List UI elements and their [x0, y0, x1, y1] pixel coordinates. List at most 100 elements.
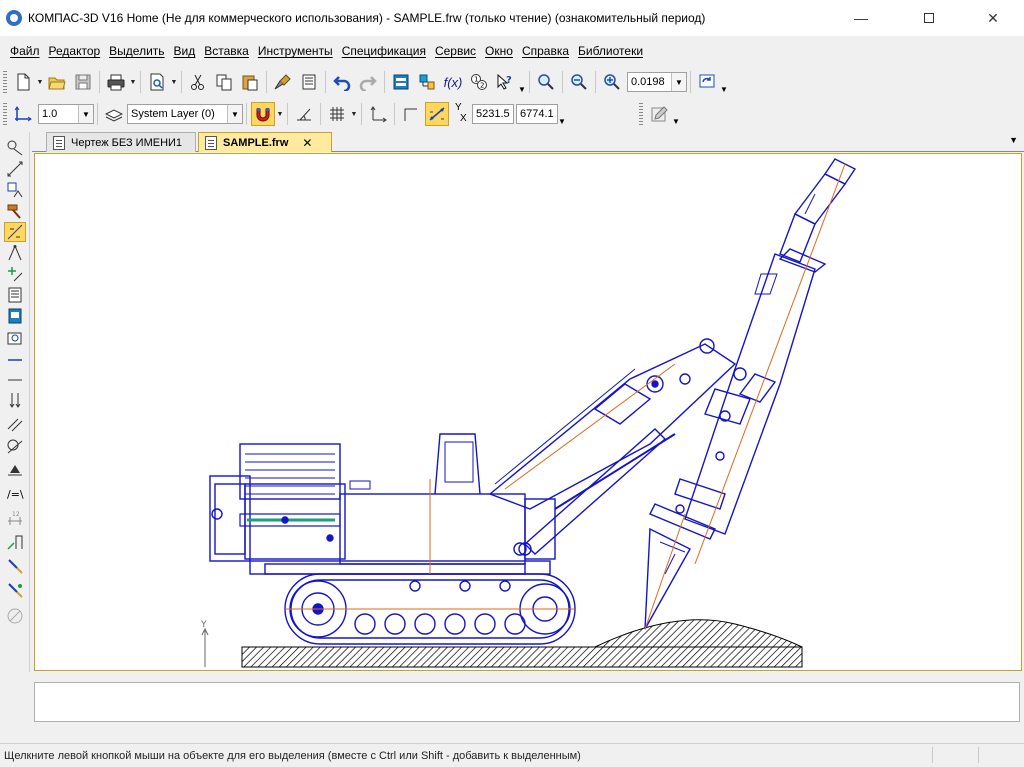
menu-service[interactable]: Сервис: [435, 44, 476, 58]
toolbar-overflow[interactable]: ▼: [672, 102, 680, 126]
tabs-menu-arrow[interactable]: ▼: [1009, 135, 1018, 145]
spec-tool-button[interactable]: [4, 285, 26, 305]
menu-view[interactable]: Вид: [174, 44, 196, 58]
menu-file[interactable]: Файл: [10, 44, 40, 58]
svg-text:1: 1: [474, 76, 478, 84]
y-coord-field[interactable]: 6774.1: [516, 104, 558, 124]
parametric-mode-button[interactable]: [425, 102, 449, 126]
disabled-tool-button[interactable]: [4, 606, 26, 626]
equal-tool-button[interactable]: /=\: [4, 484, 26, 504]
drawing-canvas[interactable]: Y: [34, 153, 1022, 671]
grid-button[interactable]: [325, 102, 349, 126]
geometry-tool-button[interactable]: [4, 138, 26, 158]
help-pointer-button[interactable]: ?: [493, 70, 517, 94]
minimize-button[interactable]: —: [838, 0, 884, 36]
paste-button[interactable]: [238, 70, 262, 94]
line-scale-combo[interactable]: 1.0 ▼: [38, 104, 94, 124]
refresh-button[interactable]: [695, 70, 719, 94]
preview-dropdown-arrow[interactable]: ▼: [170, 70, 178, 94]
dimensions-tool-button[interactable]: [4, 159, 26, 179]
symmetry-tool-button[interactable]: [4, 556, 26, 576]
context-help-icon: ?: [497, 73, 512, 90]
layer-combo[interactable]: System Layer (0) ▼: [127, 104, 243, 124]
round-button[interactable]: [399, 102, 423, 126]
chevron-down-icon: ▼: [78, 105, 93, 123]
save-button[interactable]: [71, 70, 95, 94]
insert-tool-button[interactable]: [4, 327, 26, 347]
print-button[interactable]: [104, 70, 128, 94]
tab-unnamed-drawing[interactable]: Чертеж БЕЗ ИМЕНИ1: [46, 132, 196, 152]
tab-label: SAMPLE.frw: [223, 136, 289, 149]
designations-tool-button[interactable]: [4, 180, 26, 200]
toolbar-separator: [384, 71, 385, 93]
maximize-button[interactable]: [906, 0, 952, 36]
upper-frame: [339, 493, 526, 565]
toolbar-separator: [97, 103, 98, 125]
format-painter-button[interactable]: [271, 70, 295, 94]
variables-button[interactable]: f(x): [441, 70, 465, 94]
menu-help[interactable]: Справка: [522, 44, 569, 58]
close-window-button[interactable]: ✕: [970, 0, 1016, 36]
tree-button[interactable]: [415, 70, 439, 94]
toolbar-overflow[interactable]: ▼: [518, 70, 526, 94]
menu-select[interactable]: Выделить: [109, 44, 164, 58]
edit-tool-button[interactable]: [4, 201, 26, 221]
hline-tool-button[interactable]: [4, 370, 26, 390]
toolbar-grip[interactable]: [3, 71, 7, 93]
selection-tool-button[interactable]: [4, 264, 26, 284]
tree-icon: [419, 74, 435, 90]
manager-button[interactable]: [389, 70, 413, 94]
vertical-tool-button[interactable]: [4, 390, 26, 410]
zoom-scale-combo[interactable]: 0.0198 ▼: [627, 72, 687, 92]
fix-point-tool-button[interactable]: [4, 460, 26, 480]
snap-button[interactable]: [251, 102, 275, 126]
tab-close-icon[interactable]: ✕: [302, 136, 312, 150]
copy-button[interactable]: [212, 70, 236, 94]
axis-button[interactable]: [366, 102, 390, 126]
menu-editor[interactable]: Редактор: [49, 44, 101, 58]
plus-slash-icon: [8, 267, 23, 282]
toolbar-overflow[interactable]: ▼: [720, 70, 728, 94]
toolbar-grip[interactable]: [639, 103, 643, 125]
open-button[interactable]: [45, 70, 69, 94]
zoom-in-button[interactable]: [600, 70, 624, 94]
zoom-window-button[interactable]: [534, 70, 558, 94]
grid-dropdown-arrow[interactable]: ▼: [350, 102, 358, 126]
line-tool-button[interactable]: [4, 350, 26, 370]
measure-tool-button[interactable]: [4, 243, 26, 263]
local-cs-button[interactable]: [11, 102, 35, 126]
dimension-fix-button[interactable]: 12: [4, 508, 26, 528]
collinear-tool-button[interactable]: [4, 532, 26, 552]
parallel-tool-button[interactable]: [4, 414, 26, 434]
tab-sample-frw[interactable]: SAMPLE.frw ✕: [198, 132, 332, 152]
new-dropdown-arrow[interactable]: ▼: [36, 70, 44, 94]
zoom-out-button[interactable]: [567, 70, 591, 94]
pile-driver-drawing: Y: [200, 158, 857, 668]
snap-dropdown-arrow[interactable]: ▼: [276, 102, 284, 126]
toolbar-grip[interactable]: [3, 103, 7, 125]
menu-window[interactable]: Окно: [485, 44, 513, 58]
undo-button[interactable]: [330, 70, 354, 94]
merge-tool-button[interactable]: [4, 580, 26, 600]
save-icon: [75, 74, 91, 90]
sketch-button[interactable]: [647, 102, 671, 126]
ortho-button[interactable]: [292, 102, 316, 126]
print-dropdown-arrow[interactable]: ▼: [129, 70, 137, 94]
menu-insert[interactable]: Вставка: [204, 44, 249, 58]
toolbar-overflow[interactable]: ▼: [558, 102, 566, 126]
properties-button[interactable]: [297, 70, 321, 94]
parameterize-button[interactable]: 12: [467, 70, 491, 94]
layer-states-button[interactable]: [102, 102, 126, 126]
reports-tool-button[interactable]: [4, 306, 26, 326]
menu-libraries[interactable]: Библиотеки: [578, 44, 643, 58]
cut-button[interactable]: [186, 70, 210, 94]
chevron-down-icon: ▼: [227, 105, 242, 123]
parametrization-tool-button[interactable]: [4, 222, 26, 242]
redo-button[interactable]: [356, 70, 380, 94]
menu-tools[interactable]: Инструменты: [258, 44, 333, 58]
x-coord-field[interactable]: 5231.5: [472, 104, 514, 124]
tangent-tool-button[interactable]: [4, 436, 26, 456]
preview-button[interactable]: [145, 70, 169, 94]
menu-specification[interactable]: Спецификация: [342, 44, 426, 58]
new-document-button[interactable]: [11, 70, 35, 94]
